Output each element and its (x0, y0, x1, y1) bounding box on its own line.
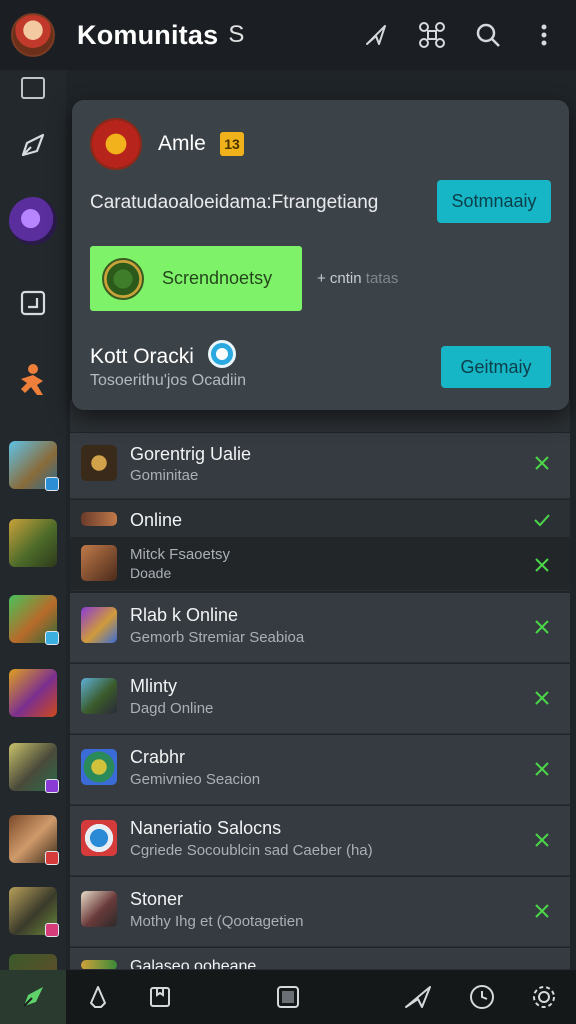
rail-game-thumb[interactable] (6, 438, 60, 492)
game-thumb (81, 960, 117, 969)
bottom-nav (0, 970, 576, 1024)
title-glyph: S (228, 21, 245, 48)
check-icon[interactable] (532, 510, 552, 530)
card-user-name: Amle (158, 132, 206, 155)
list-item[interactable]: Crabhr Gemivnieo Seacion (70, 735, 570, 805)
clock-icon[interactable] (458, 970, 506, 1024)
top-actions (358, 0, 562, 70)
game-thumb (81, 545, 117, 581)
list-item-title: Mlinty (130, 676, 178, 696)
rocket-icon[interactable] (9, 970, 57, 1024)
list-item[interactable]: Stoner Mothy Ihg et (Qootagetien (70, 877, 570, 947)
rail-game-thumb[interactable] (6, 954, 60, 970)
rail-hero-avatar[interactable] (6, 194, 60, 248)
list-item[interactable]: Mitck Fsaoetsy Doade (70, 537, 570, 591)
person-icon[interactable] (74, 970, 122, 1024)
list-item-subtitle: Gemivnieo Seacion (130, 771, 261, 788)
game-thumb (81, 445, 117, 481)
game-thumb (81, 749, 117, 785)
list-item-subtitle: Gemorb Stremiar Seabioa (130, 629, 305, 646)
top-bar: Komunitas S (0, 0, 576, 70)
bookmark-icon[interactable] (136, 970, 184, 1024)
send-icon[interactable] (394, 970, 442, 1024)
list-item[interactable]: Online (70, 500, 570, 540)
list-item-title: Naneriatio Salocns (130, 818, 282, 838)
card-description: Caratudaoaloeidama:Ftrangetiang (90, 192, 379, 213)
add-link[interactable]: + cntin tatas (317, 270, 398, 287)
list-item-title: Mitck Fsaoetsy (130, 546, 231, 563)
list-item[interactable]: Mlinty Dagd Online (70, 664, 570, 734)
level-badge: 13 (220, 132, 244, 156)
game-thumb (81, 891, 117, 927)
close-icon[interactable] (532, 617, 552, 637)
game-thumb (81, 820, 117, 856)
send-icon[interactable] (358, 17, 394, 53)
list-item-title: Crabhr (130, 747, 186, 767)
game-thumb (81, 512, 117, 526)
drone-icon[interactable] (414, 17, 450, 53)
contact-name: Kott Oracki (90, 345, 194, 368)
close-icon[interactable] (532, 901, 552, 921)
list-item-title: Rlab k Online (130, 605, 239, 625)
left-rail (0, 70, 66, 970)
page-title: Komunitas (77, 19, 219, 50)
list-item[interactable]: Rlab k Online Gemorb Stremiar Seabioa (70, 593, 570, 663)
rail-game-thumb[interactable] (6, 666, 60, 720)
list-item-title: Stoner (130, 889, 184, 909)
rail-game-thumb[interactable] (6, 516, 60, 570)
community-popup-card: Amle 13 Caratudaoaloeidama:Ftrangetiang … (72, 100, 569, 410)
list-item-subtitle: Gominitae (130, 467, 199, 484)
list-item-subtitle: Dagd Online (130, 700, 214, 717)
rail-rocket-icon[interactable] (6, 118, 60, 172)
rail-game-thumb[interactable] (6, 884, 60, 938)
rail-frame-icon[interactable] (6, 64, 60, 118)
more-vert-icon[interactable] (526, 17, 562, 53)
list-item-subtitle: Doade (130, 565, 172, 581)
add-link-text: + cntin (317, 270, 362, 287)
list-item-subtitle: Cgriede Socoublcin sad Caeber (ha) (130, 842, 373, 859)
list-item[interactable]: Gorentrig Ualie Gominitae (70, 433, 570, 499)
contact-subtitle: Tosoerithu'jos Ocadiin (90, 372, 247, 389)
primary-action-button[interactable]: Sotmnaaiy (437, 180, 551, 223)
highlight-tile-label: Screndnoetsy (162, 268, 273, 288)
add-link-faint-text: tatas (365, 270, 399, 287)
list-item-title: Gorentrig Ualie (130, 444, 252, 464)
gear-icon[interactable] (520, 970, 568, 1024)
rail-game-thumb[interactable] (6, 740, 60, 794)
rail-game-thumb[interactable] (6, 592, 60, 646)
close-icon[interactable] (532, 555, 552, 575)
list-item[interactable]: Naneriatio Salocns Cgriede Socoublcin sa… (70, 806, 570, 876)
list-item-title: Online (130, 510, 183, 530)
rail-runner-icon[interactable] (6, 354, 60, 408)
game-thumb (81, 678, 117, 714)
close-icon[interactable] (532, 759, 552, 779)
rail-crop-icon[interactable] (6, 276, 60, 330)
list-item-subtitle: Mothy Ihg et (Qootagetien (130, 913, 304, 930)
verified-icon (208, 340, 236, 368)
rail-game-thumb[interactable] (6, 812, 60, 866)
list-item-title: Galaseo ooheane (130, 958, 257, 970)
tile-emblem-icon (102, 258, 144, 300)
guild-emblem (90, 118, 142, 170)
close-icon[interactable] (532, 453, 552, 473)
game-thumb (81, 607, 117, 643)
secondary-action-button[interactable]: Geitmaiy (441, 346, 551, 388)
square-icon[interactable] (264, 970, 312, 1024)
close-icon[interactable] (532, 688, 552, 708)
close-icon[interactable] (532, 830, 552, 850)
search-icon[interactable] (470, 17, 506, 53)
profile-avatar[interactable] (11, 13, 55, 57)
list-item[interactable]: Galaseo ooheane (70, 948, 570, 970)
highlight-tile[interactable]: Screndnoetsy (90, 246, 302, 311)
